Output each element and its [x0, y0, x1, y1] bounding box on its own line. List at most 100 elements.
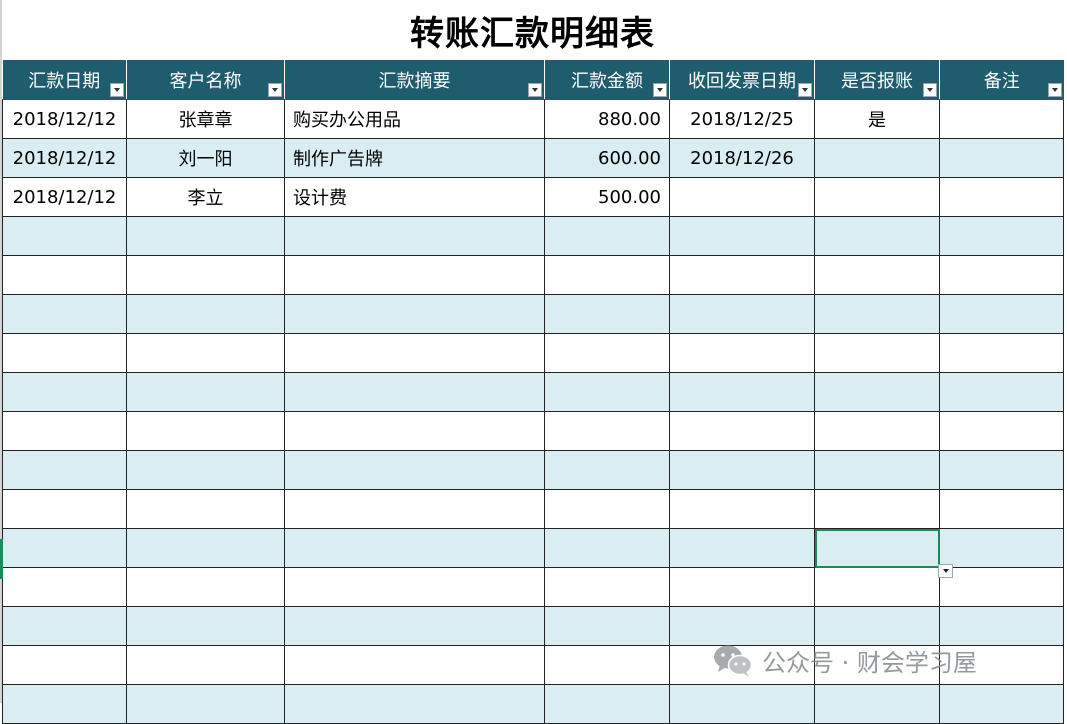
invoice-date-cell[interactable]: [669, 450, 815, 490]
amount-cell[interactable]: [544, 489, 670, 529]
remit-date-cell[interactable]: [2, 450, 127, 490]
column-header-remit-date[interactable]: 汇款日期: [2, 60, 127, 100]
customer-cell[interactable]: [126, 489, 285, 529]
customer-cell[interactable]: [126, 645, 285, 685]
cell-dropdown-button[interactable]: [938, 564, 953, 578]
customer-cell[interactable]: [126, 255, 285, 295]
customer-cell[interactable]: [126, 606, 285, 646]
summary-cell[interactable]: [284, 294, 545, 334]
filter-dropdown-icon[interactable]: [528, 83, 542, 97]
remit-date-cell[interactable]: [2, 567, 127, 607]
reimbursed-cell[interactable]: [814, 528, 940, 568]
amount-cell[interactable]: 880.00: [544, 99, 670, 139]
invoice-date-cell[interactable]: [669, 528, 815, 568]
customer-cell[interactable]: 李立: [126, 177, 285, 217]
notes-cell[interactable]: [939, 567, 1064, 607]
column-header-notes[interactable]: 备注: [939, 60, 1064, 100]
notes-cell[interactable]: [939, 450, 1064, 490]
notes-cell[interactable]: [939, 138, 1064, 178]
amount-cell[interactable]: [544, 411, 670, 451]
column-header-customer[interactable]: 客户名称: [126, 60, 285, 100]
invoice-date-cell[interactable]: [669, 333, 815, 373]
invoice-date-cell[interactable]: [669, 684, 815, 724]
reimbursed-cell[interactable]: [814, 216, 940, 256]
amount-cell[interactable]: [544, 255, 670, 295]
summary-cell[interactable]: 购买办公用品: [284, 99, 545, 139]
filter-dropdown-icon[interactable]: [923, 83, 937, 97]
remit-date-cell[interactable]: [2, 372, 127, 412]
remit-date-cell[interactable]: 2018/12/12: [2, 99, 127, 139]
remit-date-cell[interactable]: [2, 411, 127, 451]
invoice-date-cell[interactable]: [669, 255, 815, 295]
amount-cell[interactable]: [544, 450, 670, 490]
remit-date-cell[interactable]: 2018/12/12: [2, 177, 127, 217]
customer-cell[interactable]: [126, 411, 285, 451]
summary-cell[interactable]: [284, 411, 545, 451]
filter-dropdown-icon[interactable]: [268, 83, 282, 97]
summary-cell[interactable]: 设计费: [284, 177, 545, 217]
summary-cell[interactable]: [284, 333, 545, 373]
invoice-date-cell[interactable]: [669, 567, 815, 607]
summary-cell[interactable]: [284, 528, 545, 568]
filter-dropdown-icon[interactable]: [1047, 83, 1062, 97]
remit-date-cell[interactable]: [2, 645, 127, 685]
amount-cell[interactable]: [544, 294, 670, 334]
summary-cell[interactable]: [284, 216, 545, 256]
amount-cell[interactable]: [544, 567, 670, 607]
customer-cell[interactable]: [126, 294, 285, 334]
customer-cell[interactable]: [126, 450, 285, 490]
notes-cell[interactable]: [939, 372, 1064, 412]
remit-date-cell[interactable]: [2, 333, 127, 373]
summary-cell[interactable]: [284, 372, 545, 412]
remit-date-cell[interactable]: 2018/12/12: [2, 138, 127, 178]
amount-cell[interactable]: [544, 606, 670, 646]
invoice-date-cell[interactable]: [669, 489, 815, 529]
invoice-date-cell[interactable]: 2018/12/26: [669, 138, 815, 178]
amount-cell[interactable]: [544, 645, 670, 685]
notes-cell[interactable]: [939, 216, 1064, 256]
reimbursed-cell[interactable]: [814, 489, 940, 529]
notes-cell[interactable]: [939, 255, 1064, 295]
summary-cell[interactable]: [284, 489, 545, 529]
remit-date-cell[interactable]: [2, 255, 127, 295]
customer-cell[interactable]: 张章章: [126, 99, 285, 139]
invoice-date-cell[interactable]: [669, 216, 815, 256]
reimbursed-cell[interactable]: [814, 684, 940, 724]
summary-cell[interactable]: [284, 255, 545, 295]
notes-cell[interactable]: [939, 99, 1064, 139]
customer-cell[interactable]: 刘一阳: [126, 138, 285, 178]
amount-cell[interactable]: [544, 372, 670, 412]
remit-date-cell[interactable]: [2, 294, 127, 334]
remit-date-cell[interactable]: [2, 684, 127, 724]
amount-cell[interactable]: [544, 528, 670, 568]
amount-cell[interactable]: [544, 216, 670, 256]
notes-cell[interactable]: [939, 333, 1064, 373]
amount-cell[interactable]: 500.00: [544, 177, 670, 217]
invoice-date-cell[interactable]: 2018/12/25: [669, 99, 815, 139]
filter-dropdown-icon[interactable]: [798, 83, 812, 97]
customer-cell[interactable]: [126, 528, 285, 568]
amount-cell[interactable]: 600.00: [544, 138, 670, 178]
customer-cell[interactable]: [126, 372, 285, 412]
summary-cell[interactable]: [284, 567, 545, 607]
invoice-date-cell[interactable]: [669, 411, 815, 451]
customer-cell[interactable]: [126, 333, 285, 373]
customer-cell[interactable]: [126, 684, 285, 724]
column-header-amount[interactable]: 汇款金额: [544, 60, 670, 100]
summary-cell[interactable]: [284, 450, 545, 490]
column-header-summary[interactable]: 汇款摘要: [284, 60, 545, 100]
notes-cell[interactable]: [939, 528, 1064, 568]
filter-dropdown-icon[interactable]: [110, 83, 124, 97]
reimbursed-cell[interactable]: [814, 411, 940, 451]
notes-cell[interactable]: [939, 411, 1064, 451]
column-header-reimbursed[interactable]: 是否报账: [814, 60, 940, 100]
summary-cell[interactable]: [284, 606, 545, 646]
remit-date-cell[interactable]: [2, 606, 127, 646]
notes-cell[interactable]: [939, 489, 1064, 529]
filter-dropdown-icon[interactable]: [653, 83, 667, 97]
reimbursed-cell[interactable]: [814, 372, 940, 412]
column-header-invoice-date[interactable]: 收回发票日期: [669, 60, 815, 100]
summary-cell[interactable]: 制作广告牌: [284, 138, 545, 178]
invoice-date-cell[interactable]: [669, 294, 815, 334]
reimbursed-cell[interactable]: [814, 450, 940, 490]
